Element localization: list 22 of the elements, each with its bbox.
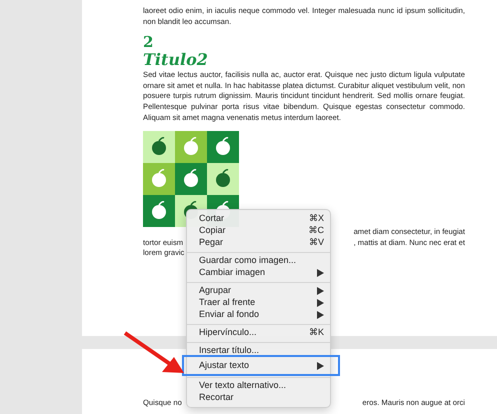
arrow-annotation bbox=[124, 331, 184, 373]
menu-item[interactable]: Guardar como imagen... bbox=[187, 255, 330, 267]
shortcut-label: ⌘V bbox=[308, 236, 324, 250]
menu-item[interactable]: Ver texto alternativo... bbox=[187, 380, 330, 392]
menu-item[interactable]: Cortar ⌘X bbox=[187, 213, 330, 225]
menu-item[interactable]: Traer al frente bbox=[187, 297, 330, 309]
shortcut-label: ⌘K bbox=[308, 326, 324, 340]
heading-number: 2 bbox=[143, 35, 154, 50]
menu-item[interactable]: Recortar bbox=[187, 392, 330, 404]
shortcut-label: ⌘C bbox=[308, 224, 324, 238]
menu-item[interactable]: Ajustar texto bbox=[184, 357, 338, 374]
menu-item[interactable]: Pegar ⌘V bbox=[187, 237, 330, 249]
menu-item[interactable]: Enviar al fondo bbox=[187, 309, 330, 321]
submenu-arrow-icon bbox=[317, 362, 324, 370]
shortcut-label: ⌘X bbox=[308, 212, 324, 226]
menu-item[interactable]: Copiar ⌘C bbox=[187, 225, 330, 237]
menu-item[interactable]: Cambiar imagen bbox=[187, 267, 330, 279]
menu-item[interactable]: Agrupar bbox=[187, 285, 330, 297]
submenu-arrow-icon bbox=[317, 269, 324, 277]
menu-item[interactable]: Hipervínculo... ⌘K bbox=[187, 327, 330, 339]
heading-title: Titulo2 bbox=[143, 50, 209, 70]
menu-item[interactable]: Insertar título... bbox=[187, 345, 330, 357]
